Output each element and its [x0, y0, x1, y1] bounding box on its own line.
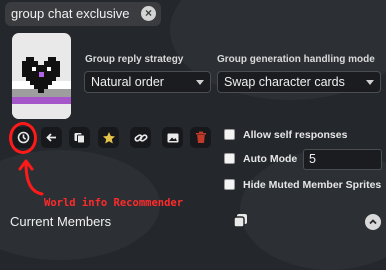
chevron-down-icon [196, 80, 204, 85]
handling-mode-label: Group generation handling mode [217, 54, 375, 65]
reply-strategy-label: Group reply strategy [85, 54, 184, 65]
tag-label: group chat exclusive [11, 6, 130, 21]
cards-button[interactable] [69, 127, 90, 148]
chevron-up-icon [369, 219, 377, 225]
heart-avatar-icon [12, 57, 71, 119]
favorite-button[interactable] [98, 127, 119, 148]
hide-muted-sprites-checkbox[interactable] [224, 179, 235, 190]
close-icon[interactable]: × [141, 6, 156, 21]
trash-icon [195, 131, 206, 143]
link-icon [133, 133, 148, 142]
auto-mode-delay-input[interactable]: 5 [303, 149, 382, 170]
collapse-members-button[interactable] [365, 214, 381, 230]
handling-mode-select[interactable]: Swap character cards [217, 71, 381, 93]
reply-strategy-select[interactable]: Natural order [84, 71, 211, 93]
annotation-circle [9, 122, 37, 154]
star-icon [102, 131, 115, 143]
annotation-text: World info Recommender [44, 197, 184, 209]
allow-self-responses-checkbox[interactable] [224, 129, 235, 140]
image-button[interactable] [162, 127, 183, 148]
tag-chip: group chat exclusive × [5, 2, 161, 26]
image-icon [167, 133, 178, 142]
back-button[interactable] [41, 127, 62, 148]
hide-muted-sprites-label: Hide Muted Member Sprites [243, 179, 382, 191]
link-button[interactable] [130, 127, 151, 148]
chevron-down-icon [366, 80, 374, 85]
card-icon [74, 133, 85, 144]
delete-button[interactable] [190, 127, 211, 148]
copy-icon[interactable] [232, 212, 250, 230]
back-arrow-icon [46, 133, 56, 142]
annotation-arrow-icon [18, 159, 44, 196]
current-members-title: Current Members [10, 214, 112, 229]
group-avatar[interactable] [12, 33, 71, 119]
auto-mode-label: Auto Mode [243, 153, 298, 165]
auto-mode-checkbox[interactable] [224, 153, 235, 164]
allow-self-responses-label: Allow self responses [243, 129, 348, 141]
